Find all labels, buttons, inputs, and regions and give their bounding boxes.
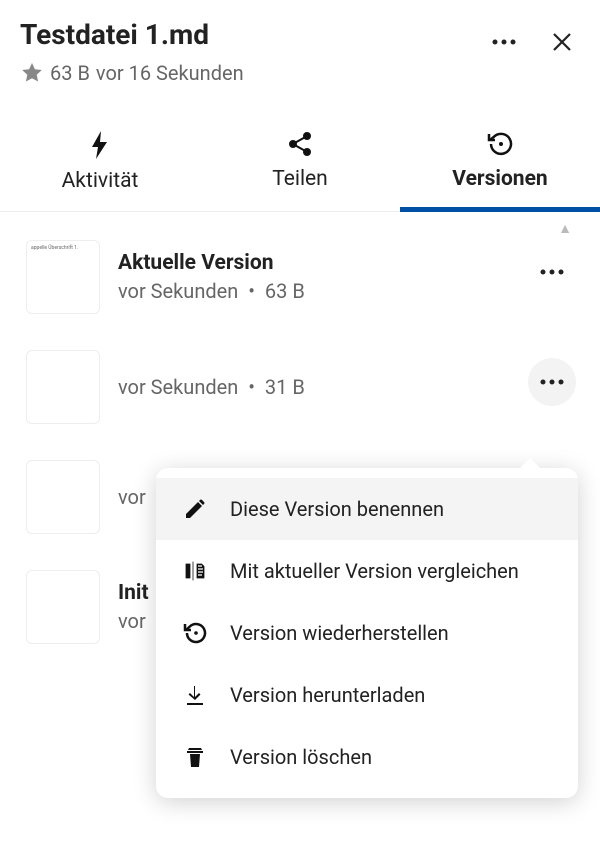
menu-label: Version herunterladen xyxy=(230,683,425,707)
version-thumbnail xyxy=(26,570,100,644)
file-meta: 63 B vor 16 Sekunden xyxy=(20,61,486,85)
close-button[interactable] xyxy=(544,24,580,60)
menu-label: Version wiederherstellen xyxy=(230,621,449,645)
share-icon xyxy=(287,131,313,157)
version-row[interactable]: appelle Überschrift 1. Aktuelle Version … xyxy=(26,230,588,340)
title-block: Testdatei 1.md 63 B vor 16 Sekunden xyxy=(20,18,486,85)
history-icon xyxy=(486,131,514,157)
version-more-button[interactable] xyxy=(528,248,576,296)
version-thumbnail xyxy=(26,350,100,424)
version-meta: vor Sekunden • 31 B xyxy=(118,375,588,399)
menu-item-delete[interactable]: Version löschen xyxy=(156,726,578,788)
menu-label: Mit aktueller Version vergleichen xyxy=(230,559,519,583)
more-actions-button[interactable] xyxy=(486,24,522,60)
compare-icon xyxy=(182,558,208,584)
tab-label: Versionen xyxy=(452,167,547,191)
tab-activity[interactable]: Aktivität xyxy=(0,117,200,211)
pencil-icon xyxy=(182,496,208,522)
tab-versions[interactable]: Versionen xyxy=(400,117,600,211)
file-size: 63 B xyxy=(50,61,90,85)
menu-item-restore[interactable]: Version wiederherstellen xyxy=(156,602,578,664)
file-time: vor 16 Sekunden xyxy=(96,61,244,85)
menu-item-rename[interactable]: Diese Version benennen xyxy=(156,478,578,540)
header: Testdatei 1.md 63 B vor 16 Sekunden xyxy=(0,0,600,93)
version-row[interactable]: vor Sekunden • 31 B xyxy=(26,340,588,450)
version-info: Aktuelle Version vor Sekunden • 63 B xyxy=(118,251,588,303)
tab-label: Aktivität xyxy=(62,169,139,193)
menu-label: Version löschen xyxy=(230,745,372,769)
version-thumbnail xyxy=(26,460,100,534)
version-more-button[interactable] xyxy=(528,358,576,406)
menu-label: Diese Version benennen xyxy=(230,497,444,521)
tab-label: Teilen xyxy=(272,167,328,191)
lightning-icon xyxy=(90,131,110,159)
file-title: Testdatei 1.md xyxy=(20,18,486,51)
version-title: Aktuelle Version xyxy=(118,251,588,275)
star-icon[interactable] xyxy=(20,61,44,85)
menu-item-download[interactable]: Version herunterladen xyxy=(156,664,578,726)
version-thumbnail: appelle Überschrift 1. xyxy=(26,240,100,314)
version-info: vor Sekunden • 31 B xyxy=(118,375,588,399)
header-actions xyxy=(486,18,580,60)
tab-share[interactable]: Teilen xyxy=(200,117,400,211)
trash-icon xyxy=(182,744,208,770)
version-actions-menu: Diese Version benennen Mit aktueller Ver… xyxy=(156,468,578,798)
tabs: Aktivität Teilen Versionen xyxy=(0,117,600,212)
menu-item-compare[interactable]: Mit aktueller Version vergleichen xyxy=(156,540,578,602)
version-meta: vor Sekunden • 63 B xyxy=(118,279,588,303)
restore-icon xyxy=(182,620,208,646)
download-icon xyxy=(182,682,208,708)
